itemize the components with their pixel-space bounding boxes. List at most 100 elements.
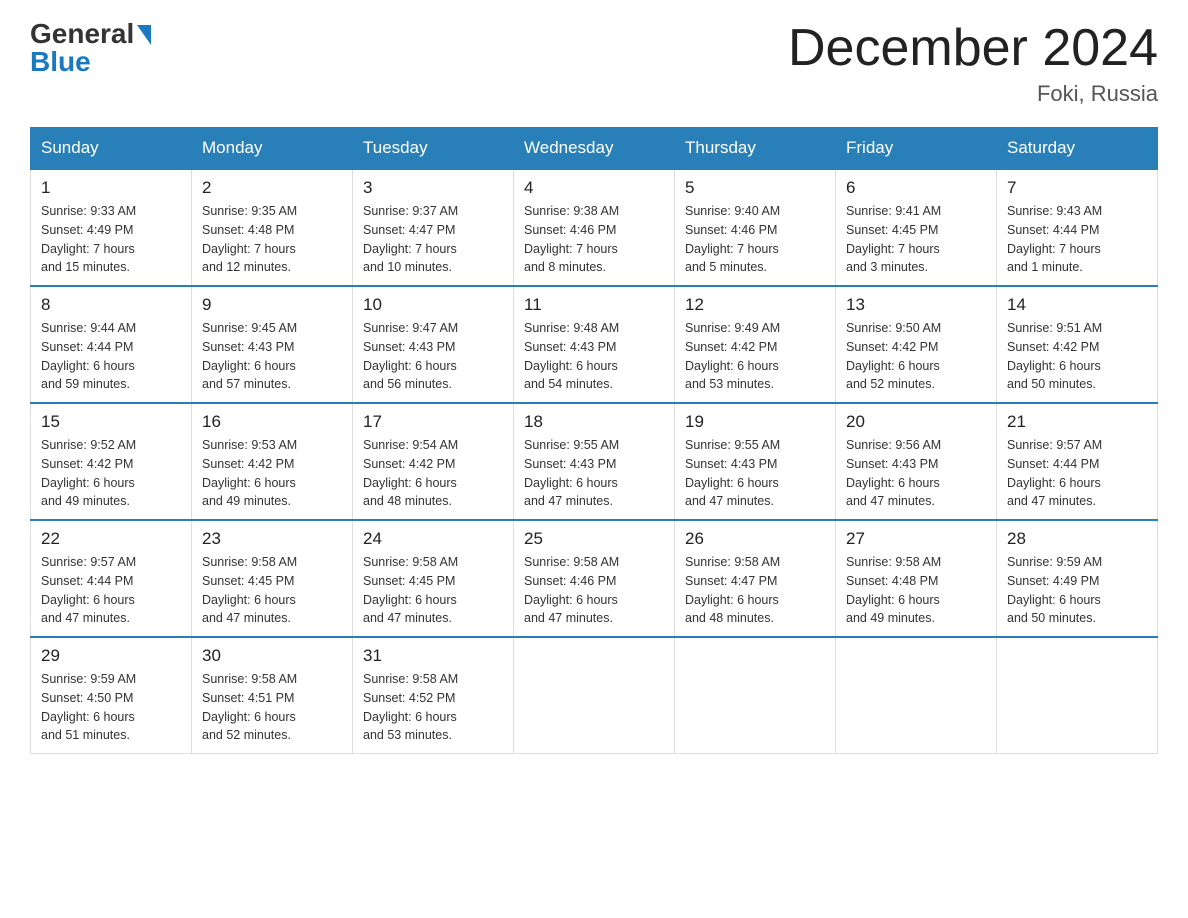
calendar-cell: 5 Sunrise: 9:40 AMSunset: 4:46 PMDayligh… [675, 169, 836, 286]
day-number: 18 [524, 412, 664, 432]
calendar-cell: 19 Sunrise: 9:55 AMSunset: 4:43 PMDaylig… [675, 403, 836, 520]
day-number: 28 [1007, 529, 1147, 549]
day-number: 16 [202, 412, 342, 432]
day-number: 19 [685, 412, 825, 432]
calendar-header-row: SundayMondayTuesdayWednesdayThursdayFrid… [31, 128, 1158, 170]
day-number: 9 [202, 295, 342, 315]
day-info: Sunrise: 9:58 AMSunset: 4:51 PMDaylight:… [202, 670, 342, 745]
day-info: Sunrise: 9:44 AMSunset: 4:44 PMDaylight:… [41, 319, 181, 394]
day-number: 31 [363, 646, 503, 666]
day-info: Sunrise: 9:52 AMSunset: 4:42 PMDaylight:… [41, 436, 181, 511]
calendar-cell: 31 Sunrise: 9:58 AMSunset: 4:52 PMDaylig… [353, 637, 514, 754]
calendar-cell: 23 Sunrise: 9:58 AMSunset: 4:45 PMDaylig… [192, 520, 353, 637]
calendar-cell: 25 Sunrise: 9:58 AMSunset: 4:46 PMDaylig… [514, 520, 675, 637]
day-info: Sunrise: 9:54 AMSunset: 4:42 PMDaylight:… [363, 436, 503, 511]
day-number: 29 [41, 646, 181, 666]
title-block: December 2024 Foki, Russia [788, 20, 1158, 107]
calendar-cell [514, 637, 675, 754]
day-number: 27 [846, 529, 986, 549]
calendar-cell: 20 Sunrise: 9:56 AMSunset: 4:43 PMDaylig… [836, 403, 997, 520]
calendar-cell: 2 Sunrise: 9:35 AMSunset: 4:48 PMDayligh… [192, 169, 353, 286]
day-number: 15 [41, 412, 181, 432]
day-info: Sunrise: 9:35 AMSunset: 4:48 PMDaylight:… [202, 202, 342, 277]
day-info: Sunrise: 9:58 AMSunset: 4:48 PMDaylight:… [846, 553, 986, 628]
day-info: Sunrise: 9:43 AMSunset: 4:44 PMDaylight:… [1007, 202, 1147, 277]
day-number: 26 [685, 529, 825, 549]
logo-triangle-icon [137, 25, 151, 45]
day-info: Sunrise: 9:56 AMSunset: 4:43 PMDaylight:… [846, 436, 986, 511]
calendar-week-row: 29 Sunrise: 9:59 AMSunset: 4:50 PMDaylig… [31, 637, 1158, 754]
calendar-week-row: 8 Sunrise: 9:44 AMSunset: 4:44 PMDayligh… [31, 286, 1158, 403]
header-monday: Monday [192, 128, 353, 170]
day-number: 13 [846, 295, 986, 315]
calendar-cell: 9 Sunrise: 9:45 AMSunset: 4:43 PMDayligh… [192, 286, 353, 403]
day-number: 24 [363, 529, 503, 549]
day-number: 11 [524, 295, 664, 315]
header-tuesday: Tuesday [353, 128, 514, 170]
calendar-cell: 4 Sunrise: 9:38 AMSunset: 4:46 PMDayligh… [514, 169, 675, 286]
calendar-cell: 18 Sunrise: 9:55 AMSunset: 4:43 PMDaylig… [514, 403, 675, 520]
calendar-cell: 29 Sunrise: 9:59 AMSunset: 4:50 PMDaylig… [31, 637, 192, 754]
calendar-cell: 28 Sunrise: 9:59 AMSunset: 4:49 PMDaylig… [997, 520, 1158, 637]
calendar-cell: 27 Sunrise: 9:58 AMSunset: 4:48 PMDaylig… [836, 520, 997, 637]
day-info: Sunrise: 9:58 AMSunset: 4:46 PMDaylight:… [524, 553, 664, 628]
day-number: 10 [363, 295, 503, 315]
page-header: General Blue December 2024 Foki, Russia [30, 20, 1158, 107]
calendar-cell [997, 637, 1158, 754]
calendar-cell: 11 Sunrise: 9:48 AMSunset: 4:43 PMDaylig… [514, 286, 675, 403]
calendar-week-row: 15 Sunrise: 9:52 AMSunset: 4:42 PMDaylig… [31, 403, 1158, 520]
calendar-cell [675, 637, 836, 754]
day-info: Sunrise: 9:58 AMSunset: 4:52 PMDaylight:… [363, 670, 503, 745]
calendar-cell: 15 Sunrise: 9:52 AMSunset: 4:42 PMDaylig… [31, 403, 192, 520]
day-info: Sunrise: 9:55 AMSunset: 4:43 PMDaylight:… [524, 436, 664, 511]
calendar-cell: 21 Sunrise: 9:57 AMSunset: 4:44 PMDaylig… [997, 403, 1158, 520]
calendar-cell: 30 Sunrise: 9:58 AMSunset: 4:51 PMDaylig… [192, 637, 353, 754]
logo: General Blue [30, 20, 151, 76]
header-wednesday: Wednesday [514, 128, 675, 170]
calendar-cell: 24 Sunrise: 9:58 AMSunset: 4:45 PMDaylig… [353, 520, 514, 637]
day-number: 22 [41, 529, 181, 549]
day-number: 30 [202, 646, 342, 666]
day-info: Sunrise: 9:38 AMSunset: 4:46 PMDaylight:… [524, 202, 664, 277]
calendar-cell: 10 Sunrise: 9:47 AMSunset: 4:43 PMDaylig… [353, 286, 514, 403]
header-sunday: Sunday [31, 128, 192, 170]
calendar-table: SundayMondayTuesdayWednesdayThursdayFrid… [30, 127, 1158, 754]
day-number: 17 [363, 412, 503, 432]
calendar-cell: 26 Sunrise: 9:58 AMSunset: 4:47 PMDaylig… [675, 520, 836, 637]
calendar-cell: 7 Sunrise: 9:43 AMSunset: 4:44 PMDayligh… [997, 169, 1158, 286]
calendar-cell: 1 Sunrise: 9:33 AMSunset: 4:49 PMDayligh… [31, 169, 192, 286]
calendar-cell [836, 637, 997, 754]
day-info: Sunrise: 9:57 AMSunset: 4:44 PMDaylight:… [1007, 436, 1147, 511]
header-friday: Friday [836, 128, 997, 170]
day-info: Sunrise: 9:51 AMSunset: 4:42 PMDaylight:… [1007, 319, 1147, 394]
day-number: 21 [1007, 412, 1147, 432]
calendar-week-row: 22 Sunrise: 9:57 AMSunset: 4:44 PMDaylig… [31, 520, 1158, 637]
logo-general-text: General [30, 20, 134, 48]
day-number: 2 [202, 178, 342, 198]
calendar-cell: 12 Sunrise: 9:49 AMSunset: 4:42 PMDaylig… [675, 286, 836, 403]
day-number: 3 [363, 178, 503, 198]
day-info: Sunrise: 9:50 AMSunset: 4:42 PMDaylight:… [846, 319, 986, 394]
day-info: Sunrise: 9:57 AMSunset: 4:44 PMDaylight:… [41, 553, 181, 628]
day-number: 4 [524, 178, 664, 198]
day-info: Sunrise: 9:55 AMSunset: 4:43 PMDaylight:… [685, 436, 825, 511]
header-saturday: Saturday [997, 128, 1158, 170]
day-info: Sunrise: 9:58 AMSunset: 4:47 PMDaylight:… [685, 553, 825, 628]
day-number: 6 [846, 178, 986, 198]
day-info: Sunrise: 9:33 AMSunset: 4:49 PMDaylight:… [41, 202, 181, 277]
day-number: 14 [1007, 295, 1147, 315]
day-info: Sunrise: 9:48 AMSunset: 4:43 PMDaylight:… [524, 319, 664, 394]
calendar-cell: 17 Sunrise: 9:54 AMSunset: 4:42 PMDaylig… [353, 403, 514, 520]
calendar-week-row: 1 Sunrise: 9:33 AMSunset: 4:49 PMDayligh… [31, 169, 1158, 286]
day-number: 23 [202, 529, 342, 549]
day-info: Sunrise: 9:58 AMSunset: 4:45 PMDaylight:… [202, 553, 342, 628]
day-number: 5 [685, 178, 825, 198]
day-number: 25 [524, 529, 664, 549]
location: Foki, Russia [788, 81, 1158, 107]
day-info: Sunrise: 9:41 AMSunset: 4:45 PMDaylight:… [846, 202, 986, 277]
header-thursday: Thursday [675, 128, 836, 170]
day-info: Sunrise: 9:59 AMSunset: 4:50 PMDaylight:… [41, 670, 181, 745]
day-info: Sunrise: 9:37 AMSunset: 4:47 PMDaylight:… [363, 202, 503, 277]
calendar-cell: 6 Sunrise: 9:41 AMSunset: 4:45 PMDayligh… [836, 169, 997, 286]
calendar-cell: 22 Sunrise: 9:57 AMSunset: 4:44 PMDaylig… [31, 520, 192, 637]
